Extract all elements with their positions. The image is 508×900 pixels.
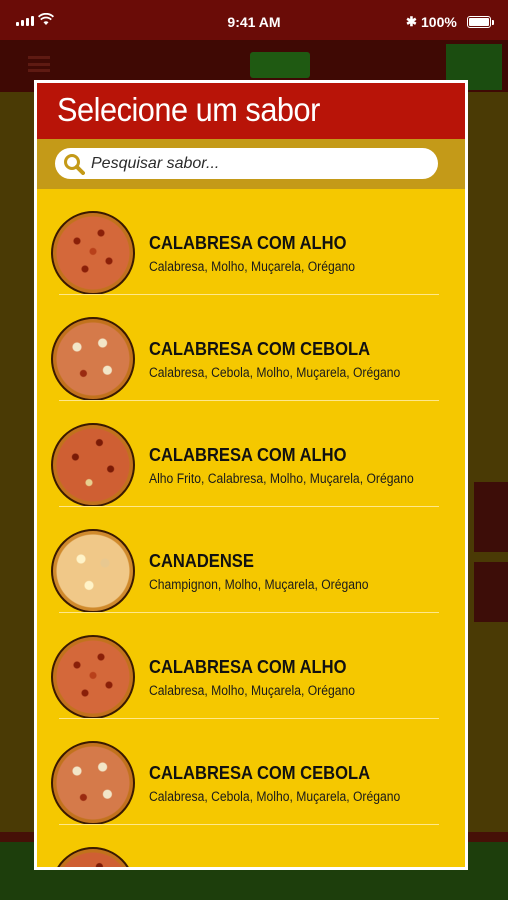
- pizza-image: [51, 529, 135, 613]
- flavor-name: CALABRESA COM ALHO: [149, 445, 347, 465]
- flavor-name: CALABRESA COM ALHO: [149, 233, 347, 253]
- pizza-image: [51, 847, 135, 867]
- background-app-content: [0, 92, 36, 832]
- list-item[interactable]: CANADENSE Champignon, Molho, Muçarela, O…: [37, 507, 465, 613]
- background-button: [250, 52, 310, 78]
- search-box[interactable]: [55, 148, 438, 179]
- flavor-ingredients: Calabresa, Cebola, Molho, Muçarela, Orég…: [149, 789, 401, 804]
- modal-header: Selecione um sabor: [37, 83, 465, 139]
- flavor-name: CALABRESA COM CEBOLA: [149, 763, 371, 783]
- search-bar: [37, 139, 465, 189]
- modal-title: Selecione um sabor: [57, 91, 320, 128]
- flavor-list[interactable]: CALABRESA COM ALHO Calabresa, Molho, Muç…: [37, 189, 465, 867]
- flavor-ingredients: Alho Frito, Calabresa, Molho, Muçarela, …: [149, 471, 414, 486]
- background-app-content-right: [466, 92, 508, 832]
- search-input[interactable]: [91, 148, 431, 179]
- list-item[interactable]: [37, 825, 465, 867]
- flavor-ingredients: Calabresa, Cebola, Molho, Muçarela, Orég…: [149, 365, 401, 380]
- status-bar: 9:41 AM ✱ 100%: [0, 0, 508, 40]
- search-icon: [64, 154, 85, 175]
- list-item[interactable]: CALABRESA COM ALHO Calabresa, Molho, Muç…: [37, 189, 465, 295]
- bluetooth-icon: ✱: [406, 14, 417, 29]
- flavor-name: CANADENSE: [149, 551, 254, 571]
- flavor-ingredients: Champignon, Molho, Muçarela, Orégano: [149, 577, 369, 592]
- list-item[interactable]: CALABRESA COM CEBOLA Calabresa, Cebola, …: [37, 295, 465, 401]
- pizza-image: [51, 741, 135, 825]
- list-item[interactable]: CALABRESA COM ALHO Calabresa, Molho, Muç…: [37, 613, 465, 719]
- flavor-ingredients: Calabresa, Molho, Muçarela, Orégano: [149, 683, 355, 698]
- flavor-name: CALABRESA COM CEBOLA: [149, 339, 371, 359]
- flavor-name: CALABRESA COM ALHO: [149, 657, 347, 677]
- list-item[interactable]: CALABRESA COM ALHO Alho Frito, Calabresa…: [37, 401, 465, 507]
- battery-icon: [467, 16, 494, 28]
- flavor-ingredients: Calabresa, Molho, Muçarela, Orégano: [149, 259, 355, 274]
- menu-icon: [28, 56, 50, 72]
- pizza-image: [51, 635, 135, 719]
- battery-percentage: 100%: [421, 14, 457, 30]
- flavor-picker-modal: Selecione um sabor CALABRESA COM ALHO Ca…: [34, 80, 468, 870]
- pizza-image: [51, 423, 135, 507]
- list-item[interactable]: CALABRESA COM CEBOLA Calabresa, Cebola, …: [37, 719, 465, 825]
- pizza-image: [51, 317, 135, 401]
- pizza-image: [51, 211, 135, 295]
